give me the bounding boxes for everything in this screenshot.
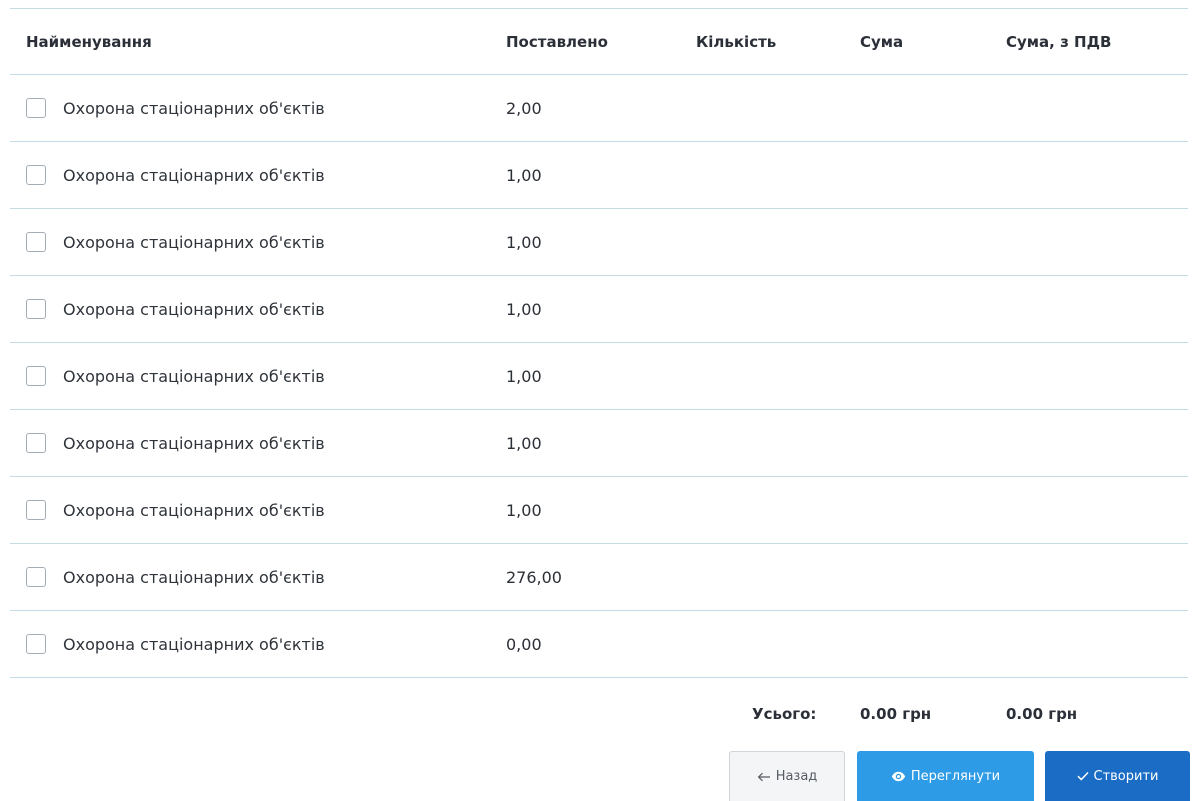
row-delivered: 1,00	[506, 500, 542, 520]
row-delivered: 0,00	[506, 634, 542, 654]
table-row: Охорона стаціонарних об'єктів 1,00	[10, 410, 1188, 477]
table-row: Охорона стаціонарних об'єктів 276,00	[10, 544, 1188, 611]
row-delivered: 1,00	[506, 366, 542, 386]
row-delivered: 2,00	[506, 98, 542, 118]
table-row: Охорона стаціонарних об'єктів 2,00	[10, 75, 1188, 142]
row-delivered: 1,00	[506, 165, 542, 185]
table-row: Охорона стаціонарних об'єктів 0,00	[10, 611, 1188, 678]
table-row: Охорона стаціонарних об'єктів 1,00	[10, 343, 1188, 410]
row-delivered: 1,00	[506, 299, 542, 319]
row-checkbox[interactable]	[26, 165, 46, 185]
create-button-label: Створити	[1093, 768, 1159, 784]
row-name: Охорона стаціонарних об'єктів	[63, 366, 325, 386]
back-button-label: Назад	[775, 769, 818, 784]
items-table: Найменування Поставлено Кількість Сума С…	[10, 8, 1188, 678]
row-name: Охорона стаціонарних об'єктів	[63, 433, 325, 453]
row-name: Охорона стаціонарних об'єктів	[63, 567, 325, 587]
header-sum: Сума	[860, 32, 904, 51]
back-button[interactable]: Назад	[729, 751, 845, 801]
row-name: Охорона стаціонарних об'єктів	[63, 500, 325, 520]
eye-icon	[891, 771, 906, 782]
row-checkbox[interactable]	[26, 634, 46, 654]
row-name: Охорона стаціонарних об'єктів	[63, 98, 325, 118]
header-delivered: Поставлено	[506, 32, 608, 51]
create-button[interactable]: Створити	[1045, 751, 1190, 801]
row-delivered: 1,00	[506, 232, 542, 252]
row-name: Охорона стаціонарних об'єктів	[63, 299, 325, 319]
row-name: Охорона стаціонарних об'єктів	[63, 165, 325, 185]
row-checkbox[interactable]	[26, 500, 46, 520]
table-header-row: Найменування Поставлено Кількість Сума С…	[10, 8, 1188, 75]
header-name: Найменування	[26, 32, 152, 51]
row-checkbox[interactable]	[26, 567, 46, 587]
totals-label: Усього:	[752, 705, 817, 723]
table-row: Охорона стаціонарних об'єктів 1,00	[10, 209, 1188, 276]
table-row: Охорона стаціонарних об'єктів 1,00	[10, 477, 1188, 544]
header-quantity: Кількість	[696, 32, 777, 51]
row-delivered: 276,00	[506, 567, 562, 587]
totals-sum-vat: 0.00 грн	[1006, 705, 1078, 723]
row-checkbox[interactable]	[26, 98, 46, 118]
row-checkbox[interactable]	[26, 299, 46, 319]
row-name: Охорона стаціонарних об'єктів	[63, 232, 325, 252]
row-checkbox[interactable]	[26, 232, 46, 252]
header-sum-vat: Сума, з ПДВ	[1006, 32, 1112, 51]
table-row: Охорона стаціонарних об'єктів 1,00	[10, 276, 1188, 343]
row-checkbox[interactable]	[26, 366, 46, 386]
row-delivered: 1,00	[506, 433, 542, 453]
table-row: Охорона стаціонарних об'єктів 1,00	[10, 142, 1188, 209]
checkmark-icon	[1076, 771, 1089, 781]
preview-button[interactable]: Переглянути	[857, 751, 1034, 801]
row-checkbox[interactable]	[26, 433, 46, 453]
totals-row: Усього: 0.00 грн 0.00 грн	[0, 705, 1192, 729]
preview-button-label: Переглянути	[910, 768, 1001, 784]
arrow-left-icon	[757, 772, 771, 782]
row-name: Охорона стаціонарних об'єктів	[63, 634, 325, 654]
totals-sum: 0.00 грн	[860, 705, 932, 723]
